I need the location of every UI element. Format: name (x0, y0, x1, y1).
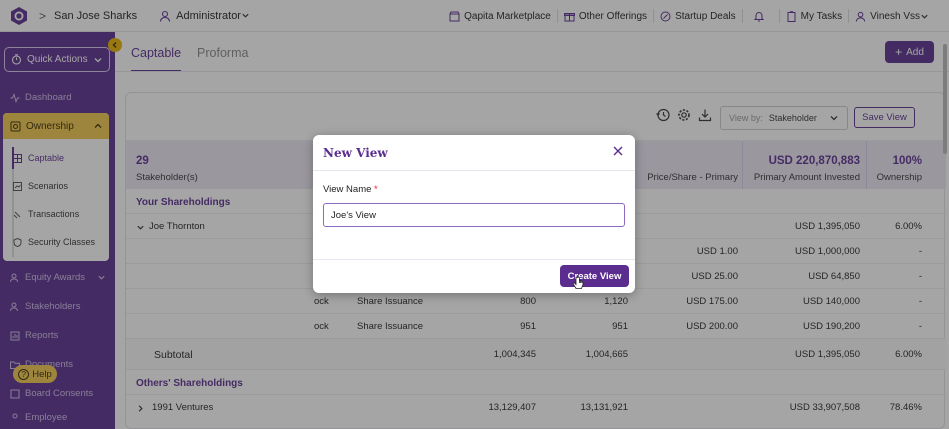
dialog-title: New View (323, 146, 388, 160)
view-name-label: View Name * (323, 184, 378, 195)
create-view-button[interactable]: Create View (560, 265, 629, 287)
close-icon[interactable] (612, 145, 624, 157)
required-mark: * (374, 184, 378, 195)
hand-cursor-icon (572, 276, 584, 289)
new-view-dialog: New View View Name * Create View (313, 135, 635, 293)
view-name-input[interactable] (323, 203, 625, 227)
